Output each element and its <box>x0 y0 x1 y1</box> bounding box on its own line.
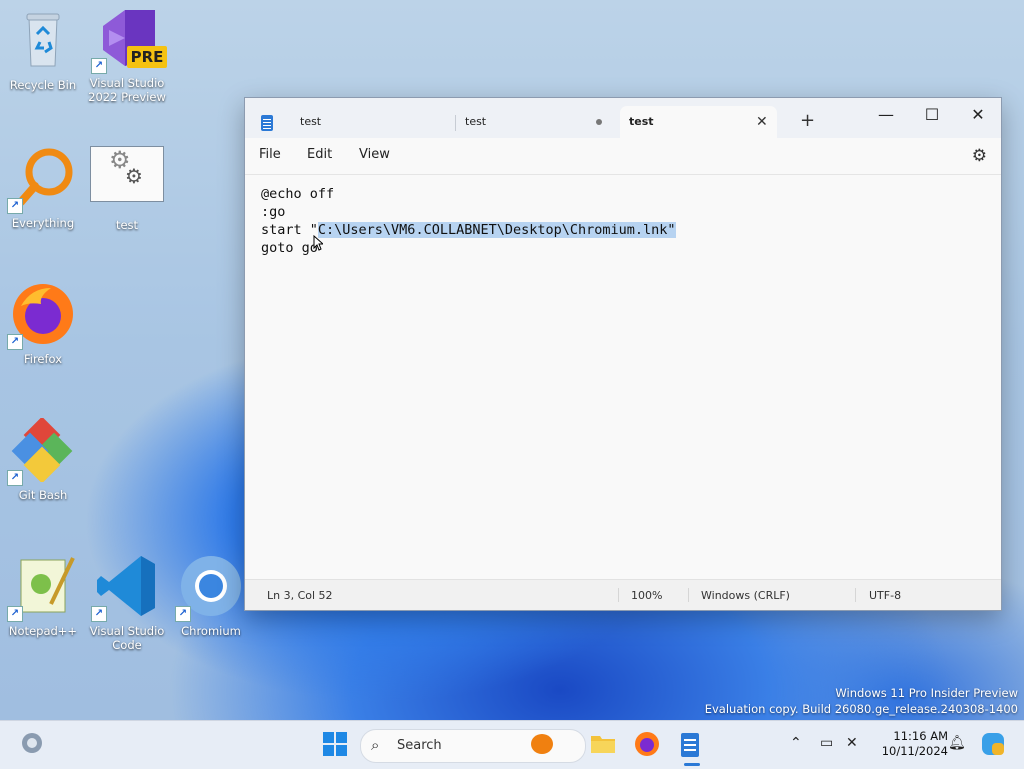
editor-line-4: goto go <box>261 240 318 256</box>
start-windows-icon[interactable] <box>322 731 350 759</box>
clock-date: 10/11/2024 <box>881 744 948 758</box>
file-explorer-icon[interactable] <box>590 731 618 759</box>
editor-line-1: @echo off <box>261 186 335 202</box>
git-bash-icon: ↗ <box>7 416 75 486</box>
menu-bar: File Edit View ⚙ <box>245 138 1001 175</box>
network-icon[interactable]: ▭ <box>820 735 833 751</box>
taskbar-search[interactable]: ⌕ Search <box>360 729 586 763</box>
desktop-icon-label: Notepad++ <box>8 624 78 638</box>
shortcut-arrow-icon: ↗ <box>91 606 107 622</box>
vscode-icon: ↗ <box>91 554 159 622</box>
desktop-icon-label: Chromium <box>181 624 241 638</box>
desktop-icon-firefox[interactable]: ↗ Firefox <box>0 282 86 366</box>
settings-gear-icon[interactable]: ⚙ <box>972 146 987 166</box>
tab-label: test <box>300 115 322 128</box>
taskbar-clock[interactable]: 11:16 AM 10/11/2024 <box>868 729 948 759</box>
firefox-taskbar-icon[interactable] <box>634 731 662 759</box>
status-divider <box>688 588 689 602</box>
notepad-window: test test test ✕ + — ☐ ✕ File Edit View … <box>244 97 1002 611</box>
desktop-icon-vscode[interactable]: ↗ Visual Studio Code <box>84 554 170 652</box>
firefox-icon: ↗ <box>7 282 75 350</box>
status-divider <box>618 588 619 602</box>
copilot-icon[interactable] <box>980 731 1008 759</box>
taskbar: ⌕ Search ⌃ ▭ ✕ 11:16 AM 10/11/2024 🔔︎ <box>0 720 1024 769</box>
tab-test-1[interactable]: test <box>291 106 451 138</box>
widgets-icon[interactable] <box>20 731 48 759</box>
desktop-icon-recycle-bin[interactable]: Recycle Bin <box>0 8 86 92</box>
unsaved-dot-icon <box>596 119 602 125</box>
pumpkin-icon <box>531 734 553 754</box>
close-window-button[interactable]: ✕ <box>955 101 1001 129</box>
desktop-icon-everything[interactable]: ↗ Everything <box>0 146 86 230</box>
visual-studio-icon: PRE ↗ <box>91 6 167 74</box>
shortcut-arrow-icon: ↗ <box>91 58 107 74</box>
new-tab-button[interactable]: + <box>800 110 815 131</box>
shortcut-arrow-icon: ↗ <box>175 606 191 622</box>
encoding[interactable]: UTF-8 <box>869 589 901 602</box>
notepad-taskbar-icon[interactable] <box>678 731 706 766</box>
status-bar: Ln 3, Col 52 100% Windows (CRLF) UTF-8 <box>245 579 1001 610</box>
chevron-up-icon[interactable]: ⌃ <box>790 735 802 751</box>
zoom-level[interactable]: 100% <box>631 589 662 602</box>
notification-bell-icon[interactable]: 🔔︎ <box>948 735 966 751</box>
desktop-icon-test[interactable]: ⚙ ⚙ test <box>84 146 170 232</box>
desktop-icon-label: Firefox <box>23 352 63 366</box>
desktop-icon-chromium[interactable]: ↗ Chromium <box>168 554 254 638</box>
tab-test-2[interactable]: test <box>456 106 616 138</box>
line-ending[interactable]: Windows (CRLF) <box>701 589 790 602</box>
desktop-icon-label: Everything <box>11 216 75 230</box>
chromium-icon: ↗ <box>175 554 243 622</box>
desktop-icon-notepad-plus-plus[interactable]: ↗ Notepad++ <box>0 554 86 638</box>
desktop-icon-label: Visual Studio 2022 Preview <box>88 76 166 104</box>
line-3-prefix: start " <box>261 222 318 238</box>
desktop-icon-label: Recycle Bin <box>9 78 77 92</box>
shortcut-arrow-icon: ↗ <box>7 334 23 350</box>
cursor-position: Ln 3, Col 52 <box>267 589 333 602</box>
tab-label: test <box>465 115 487 128</box>
menu-view[interactable]: View <box>359 147 390 162</box>
menu-edit[interactable]: Edit <box>307 147 332 162</box>
search-label: Search <box>397 738 442 753</box>
menu-file[interactable]: File <box>259 147 281 162</box>
desktop-icon-label: Git Bash <box>18 488 68 502</box>
shortcut-arrow-icon: ↗ <box>7 606 23 622</box>
desktop-icon-git-bash[interactable]: ↗ Git Bash <box>0 416 86 502</box>
desktop-icon-visual-studio[interactable]: PRE ↗ Visual Studio 2022 Preview <box>84 6 170 104</box>
close-tab-icon[interactable]: ✕ <box>756 106 768 138</box>
status-divider <box>855 588 856 602</box>
tab-test-active[interactable]: test ✕ <box>620 106 777 138</box>
pre-badge: PRE <box>127 46 167 68</box>
notepad-plus-plus-icon: ↗ <box>7 554 75 622</box>
desktop-icon-label: Visual Studio Code <box>89 624 165 652</box>
active-app-indicator <box>684 763 700 766</box>
tab-bar: test test test ✕ + — ☐ ✕ <box>245 98 1001 138</box>
shortcut-arrow-icon: ↗ <box>7 470 23 486</box>
editor-line-3: start "C:\Users\VM6.COLLABNET\Desktop\Ch… <box>261 221 676 239</box>
maximize-button[interactable]: ☐ <box>909 101 955 129</box>
editor-line-2: :go <box>261 204 286 220</box>
minimize-button[interactable]: — <box>863 101 909 129</box>
notepad-app-icon <box>261 115 273 131</box>
batch-file-icon: ⚙ ⚙ <box>90 146 164 202</box>
search-icon: ⌕ <box>371 736 380 754</box>
shortcut-arrow-icon: ↗ <box>7 198 23 214</box>
recycle-bin-icon <box>11 8 75 72</box>
text-editor[interactable]: @echo off :go start "C:\Users\VM6.COLLAB… <box>245 175 1001 578</box>
volume-muted-icon[interactable]: ✕ <box>846 735 858 751</box>
watermark-line-1: Windows 11 Pro Insider Preview <box>835 686 1018 700</box>
mouse-cursor-icon <box>313 235 323 251</box>
selected-text: C:\Users\VM6.COLLABNET\Desktop\Chromium.… <box>317 222 676 238</box>
desktop-icon-label: test <box>115 218 139 232</box>
tab-label: test <box>629 115 654 128</box>
magnifier-icon: ↗ <box>7 146 75 214</box>
gear-icon: ⚙ <box>125 164 143 188</box>
clock-time: 11:16 AM <box>893 729 948 743</box>
watermark-line-2: Evaluation copy. Build 26080.ge_release.… <box>704 702 1018 716</box>
